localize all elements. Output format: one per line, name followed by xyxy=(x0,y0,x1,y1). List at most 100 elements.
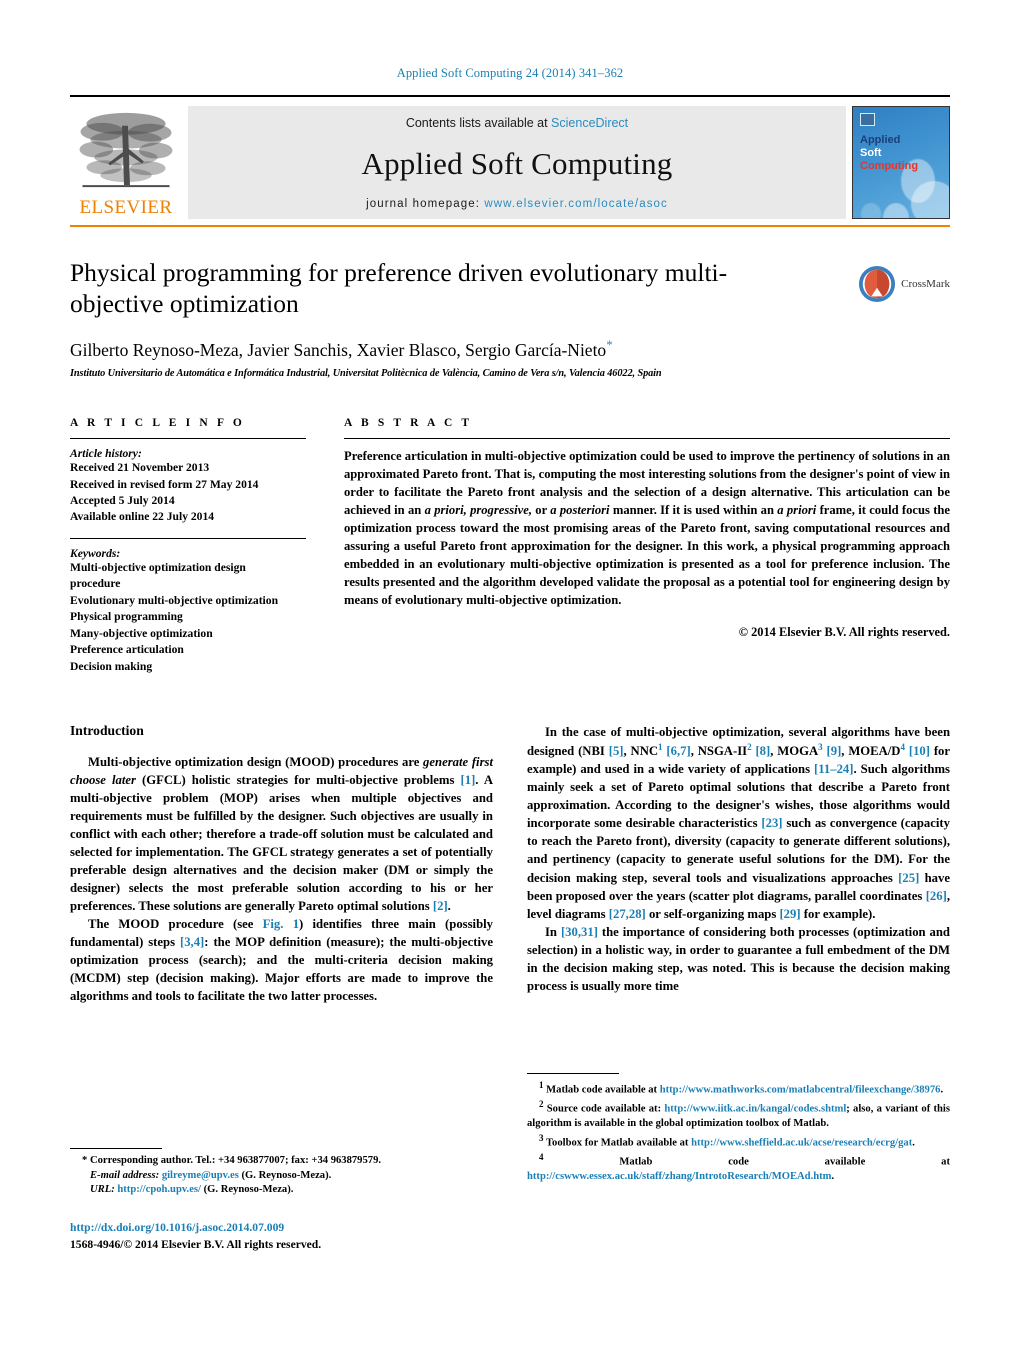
footnote-number: 4 xyxy=(539,1152,544,1163)
cover-text: Applied Soft Computing xyxy=(860,134,942,173)
url-suffix: (G. Reynoso-Meza). xyxy=(203,1184,294,1196)
contents-prefix: Contents lists available at xyxy=(405,116,552,130)
journal-homepage-line: journal homepage: www.elsevier.com/locat… xyxy=(366,198,668,210)
elsevier-tree-icon xyxy=(79,112,173,188)
elsevier-wordmark: ELSEVIER xyxy=(79,197,173,218)
journal-masthead: ELSEVIER Contents lists available at Sci… xyxy=(70,95,950,219)
citation-link[interactable]: [6,7] xyxy=(666,744,690,758)
citation-link[interactable]: [25] xyxy=(898,871,919,885)
affiliation: Instituto Universitario de Automática e … xyxy=(70,368,662,380)
keyword-item: procedure xyxy=(70,577,121,591)
footnote-item: 1 Matlab code available at http://www.ma… xyxy=(527,1079,950,1098)
footnote-link[interactable]: http://www.mathworks.com/matlabcentral/f… xyxy=(660,1085,941,1096)
footnotes-block: 1 Matlab code available at http://www.ma… xyxy=(527,1073,950,1185)
journal-cover-thumbnail[interactable]: Applied Soft Computing xyxy=(852,106,950,219)
p1-c: . A multi-objective problem (MOP) arises… xyxy=(70,773,493,914)
keyword-item: Decision making xyxy=(70,659,153,673)
footnote-marker[interactable]: 1 xyxy=(658,742,663,752)
footnote-link[interactable]: http://www.sheffield.ac.uk/acse/research… xyxy=(691,1137,912,1148)
running-head: Applied Soft Computing 24 (2014) 341–362 xyxy=(396,66,624,80)
homepage-prefix: journal homepage: xyxy=(366,198,485,210)
footnote-number: 3 xyxy=(539,1132,544,1143)
history-item: Received in revised form 27 May 2014 xyxy=(70,477,259,491)
corresponding-author-line: * Corresponding author. Tel.: +34 963877… xyxy=(70,1154,493,1169)
footnote-text: Source code available at: xyxy=(546,1103,665,1115)
cover-line-2: Soft xyxy=(860,146,882,159)
citation-link[interactable]: [5] xyxy=(609,744,624,758)
elsevier-logo: ELSEVIER xyxy=(70,106,182,219)
p1-b: (GFCL) holistic strategies for multi-obj… xyxy=(135,773,461,788)
doi-link[interactable]: http://dx.doi.org/10.1016/j.asoc.2014.07… xyxy=(70,1220,493,1237)
citation-link[interactable]: [3,4] xyxy=(180,935,204,949)
author-list: Gilberto Reynoso-Meza, Javier Sanchis, X… xyxy=(70,337,950,361)
title-block: Physical programming for preference driv… xyxy=(70,257,950,379)
keyword-item: Many-objective optimization xyxy=(70,626,213,640)
footnote-marker[interactable]: 2 xyxy=(747,742,752,752)
journal-title: Applied Soft Computing xyxy=(361,146,673,181)
history-item: Accepted 5 July 2014 xyxy=(70,493,175,507)
rp1-b: , NNC xyxy=(623,744,659,759)
author-names: Gilberto Reynoso-Meza, Javier Sanchis, X… xyxy=(70,340,607,361)
rp2-a: In xyxy=(545,924,561,939)
corresponding-author-block: * Corresponding author. Tel.: +34 963877… xyxy=(70,1148,493,1253)
article-info-heading: A R T I C L E I N F O xyxy=(70,417,245,430)
abstract-copyright: © 2014 Elsevier B.V. All rights reserved… xyxy=(738,625,950,640)
intro-right-paragraph-1: In the case of multi-objective optimizat… xyxy=(527,723,950,923)
footnote-link[interactable]: http://cswww.essex.ac.uk/staff/zhang/Int… xyxy=(527,1171,831,1182)
url-label: URL: xyxy=(90,1184,115,1196)
footnote-tail: . xyxy=(912,1137,915,1149)
abstract-column: A B S T R A C T Preference articulation … xyxy=(328,417,950,675)
abstract-text: Preference articulation in multi-objecti… xyxy=(344,447,950,609)
keyword-item: Evolutionary multi-objective optimizatio… xyxy=(70,593,279,607)
intro-paragraph-2: The MOOD procedure (see Fig. 1) identifi… xyxy=(70,915,493,1005)
citation-link[interactable]: [27,28] xyxy=(609,907,646,921)
figure-link[interactable]: Fig. 1 xyxy=(263,917,299,931)
p2-a: The MOOD procedure (see xyxy=(88,917,263,932)
footnote-number: 2 xyxy=(539,1099,544,1110)
body-column-left: Introduction Multi-objective optimizatio… xyxy=(70,723,493,1005)
sciencedirect-link[interactable]: ScienceDirect xyxy=(551,116,628,130)
abstract-part: or xyxy=(531,503,551,518)
citation-link[interactable]: [9] xyxy=(827,744,842,758)
citation-link[interactable]: [11–24] xyxy=(814,762,853,776)
divider xyxy=(70,537,306,539)
crossmark-badge[interactable]: CrossMark xyxy=(858,265,950,303)
journal-band: Contents lists available at ScienceDirec… xyxy=(188,106,846,219)
footnote-item: 3 Toolbox for Matlab available at http:/… xyxy=(527,1132,950,1151)
citation-link[interactable]: [8] xyxy=(755,744,770,758)
abstract-part: manner. If it is used within an xyxy=(609,503,778,518)
corresponding-author-marker: * xyxy=(606,337,613,353)
footnote-text: Matlab code available at xyxy=(546,1084,660,1096)
article-history-label: Article history: xyxy=(70,447,142,461)
url-link[interactable]: http://cpoh.upv.es/ xyxy=(117,1184,201,1195)
citation-link[interactable]: [23] xyxy=(761,816,782,830)
email-link[interactable]: gilreyme@upv.es xyxy=(162,1170,239,1181)
rp1-f: , MOGA xyxy=(770,744,819,759)
journal-homepage-link[interactable]: www.elsevier.com/locate/asoc xyxy=(484,198,668,210)
citation-link[interactable]: [1] xyxy=(461,773,476,787)
footer-divider xyxy=(70,1148,162,1149)
footnote-text: Toolbox for Matlab available at xyxy=(545,1137,692,1149)
rp1-p: for example). xyxy=(800,906,876,921)
abstract-em: a posteriori xyxy=(550,503,610,518)
body-columns: Introduction Multi-objective optimizatio… xyxy=(70,723,950,1005)
crossmark-label: CrossMark xyxy=(901,278,950,290)
citation-link[interactable]: [29] xyxy=(779,907,800,921)
footnote-tail: . xyxy=(831,1171,835,1183)
citation-link[interactable]: [26] xyxy=(926,889,947,903)
keyword-item: Multi-objective optimization design xyxy=(70,560,246,574)
citation-link[interactable]: [2] xyxy=(433,899,448,913)
rp1-h: , MOEA/D xyxy=(841,744,901,759)
footnote-tail: . xyxy=(940,1084,944,1096)
citation-link[interactable]: [30,31] xyxy=(561,925,598,939)
p1-a: Multi-objective optimization design (MOO… xyxy=(88,755,424,770)
footnote-marker[interactable]: 3 xyxy=(818,742,823,752)
keyword-item: Physical programming xyxy=(70,610,183,624)
abstract-em: a priori, progressive, xyxy=(424,503,532,518)
footnote-link[interactable]: http://www.iitk.ac.in/kangal/codes.shtml xyxy=(664,1104,846,1115)
url-line: URL: http://cpoh.upv.es/ (G. Reynoso-Mez… xyxy=(70,1183,493,1198)
email-suffix: (G. Reynoso-Meza). xyxy=(241,1169,332,1181)
cover-stamp-icon xyxy=(860,113,875,126)
abstract-heading: A B S T R A C T xyxy=(344,417,473,430)
citation-link[interactable]: [10] xyxy=(909,744,930,758)
